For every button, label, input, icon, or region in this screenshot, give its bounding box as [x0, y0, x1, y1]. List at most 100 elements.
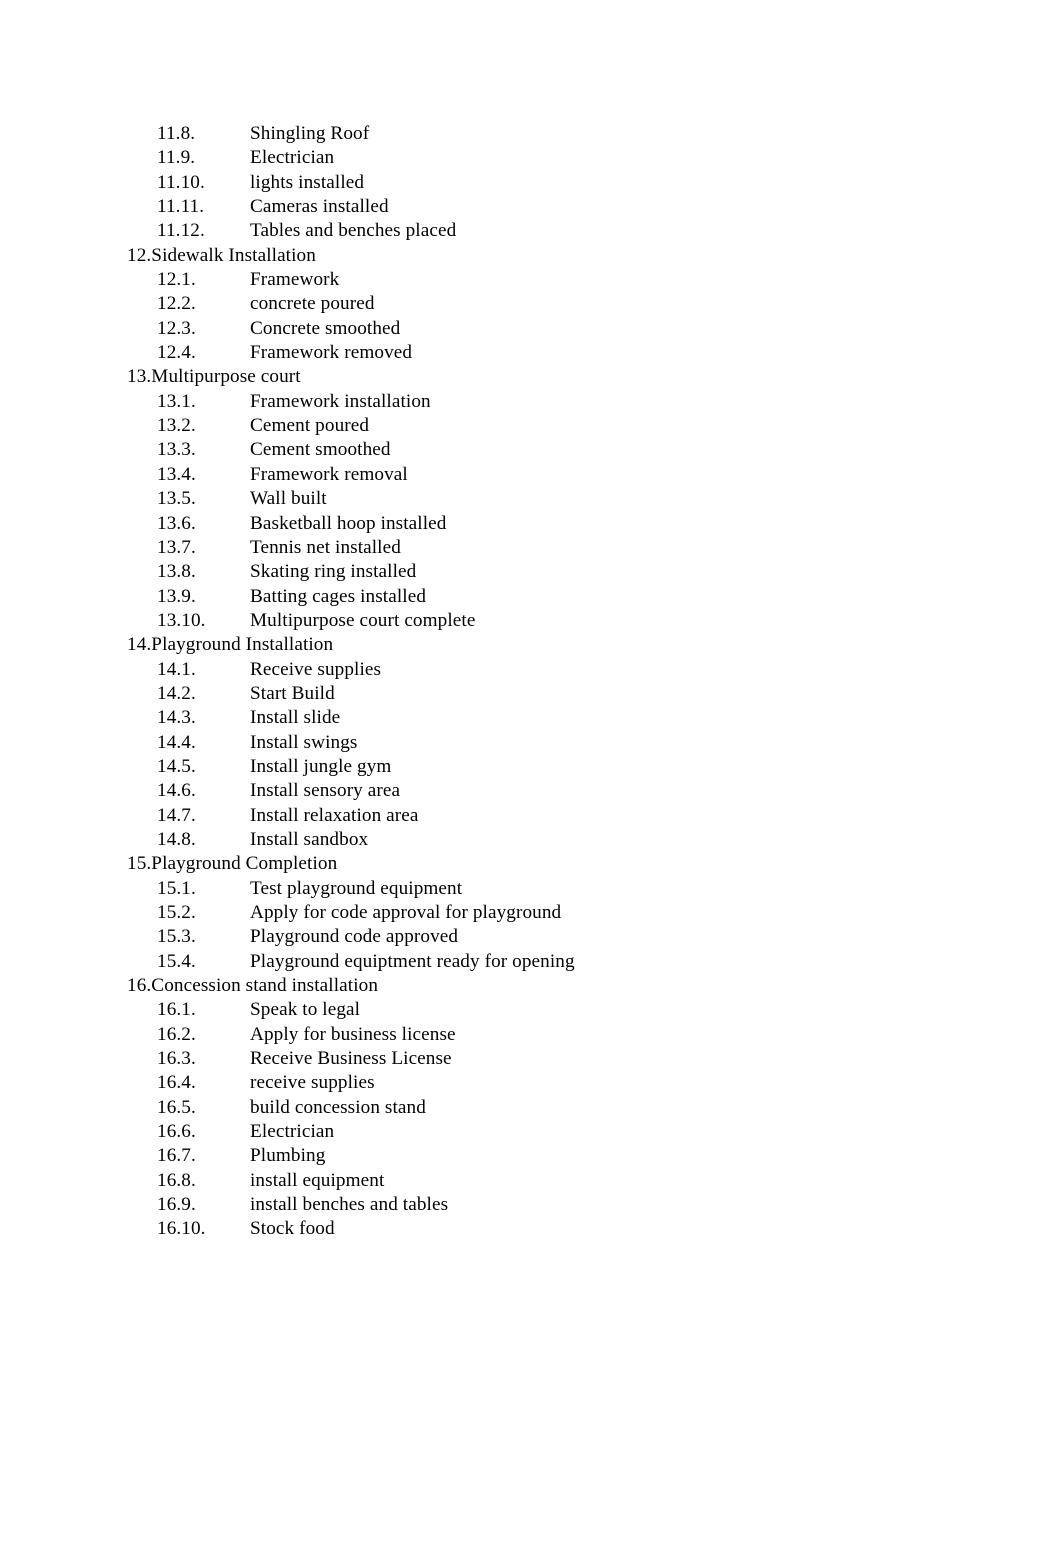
section-title: Sidewalk Installation	[151, 244, 316, 266]
outline-item-label: Multipurpose court complete	[250, 609, 476, 631]
outline-item: 16.3. Receive Business License	[0, 1047, 1062, 1071]
outline-item: 13.10. Multipurpose court complete	[0, 609, 1062, 633]
outline-item-number: 13.9.	[157, 585, 196, 607]
outline-item: 16.1. Speak to legal	[0, 998, 1062, 1022]
outline-item-number: 13.5.	[157, 488, 196, 510]
outline-item-number: 15.2.	[157, 902, 196, 923]
outline-item: 14.2. Start Build	[0, 682, 1062, 706]
outline-item-label: Install sensory area	[250, 780, 401, 802]
outline-item: 13.3. Cement smoothed	[0, 438, 1062, 462]
outline-item-number: 16.3.	[157, 1048, 196, 1070]
outline-item: 13.8. Skating ring installed	[0, 560, 1062, 584]
section-title: Playground Installation	[151, 634, 334, 656]
outline-item: 13.1. Framework installation	[0, 390, 1062, 414]
outline-item-number: 16.1.	[157, 999, 196, 1021]
outline-item: 12.2. concrete poured	[0, 292, 1062, 316]
outline-item-number: 13.7.	[157, 536, 196, 558]
outline-item: 12.4. Framework removed	[0, 341, 1062, 365]
outline-item-label: Install jungle gym	[250, 755, 392, 777]
outline-item-number: 15.4.	[157, 950, 196, 972]
outline-item-number: 12.2.	[157, 293, 196, 315]
outline-item-number: 13.10.	[157, 609, 206, 631]
outline-item-label: Wall built	[250, 488, 327, 510]
section-number: 13.	[127, 366, 152, 388]
outline-item-label: Batting cages installed	[250, 585, 427, 607]
outline-item-number: 14.2.	[157, 682, 196, 704]
outline-item-label: Skating ring installed	[250, 561, 417, 583]
outline-item-label: Playground equiptment ready for opening	[250, 950, 575, 972]
outline-item-label: Tennis net installed	[250, 536, 401, 558]
outline-item-number: 13.3.	[157, 439, 196, 461]
outline-item: 14.8. Install sandbox	[0, 828, 1062, 852]
outline-list: 11.8. Shingling Roof 11.9. Electrician 11.10…	[0, 122, 1062, 1242]
outline-item-label: Framework removed	[250, 342, 413, 364]
outline-item-label: Receive supplies	[250, 658, 382, 680]
outline-item: 15.2. Apply for code approval for playgro…	[0, 901, 1062, 925]
outline-item: 16.5. build concession stand	[0, 1096, 1062, 1120]
outline-item-number: 12.4.	[157, 342, 196, 364]
outline-item-label: Tables and benches placed	[250, 220, 457, 242]
outline-item-label: Cement smoothed	[250, 439, 391, 461]
outline-item-label: Install slide	[250, 707, 341, 729]
outline-item-label: Cameras installed	[250, 196, 389, 218]
outline-item-number: 13.8.	[157, 561, 196, 583]
outline-item-label: concrete poured	[250, 293, 375, 315]
outline-item: 14.6. Install sensory area	[0, 779, 1062, 803]
outline-item-label: Cement poured	[250, 415, 370, 437]
outline-item-number: 16.2.	[157, 1023, 196, 1045]
outline-item-label: install equipment	[250, 1169, 385, 1191]
outline-item-label: Electrician	[250, 1121, 335, 1143]
outline-item-label: Speak to legal	[250, 999, 361, 1021]
outline-item-label: Concrete smoothed	[250, 317, 401, 339]
outline-item: 16.4. receive supplies	[0, 1071, 1062, 1095]
outline-item-label: Framework	[250, 269, 340, 291]
section-number: 15.	[127, 853, 152, 875]
outline-item-label: Electrician	[250, 147, 335, 169]
outline-item-label: Shingling Roof	[250, 123, 370, 144]
section-title: Concession stand installation	[151, 975, 379, 997]
outline-item-number: 13.1.	[157, 390, 196, 412]
outline-item-number: 16.5.	[157, 1096, 196, 1118]
outline-item: 13.5. Wall built	[0, 487, 1062, 511]
outline-item-number: 14.1.	[157, 658, 196, 680]
section-number: 16.	[127, 975, 152, 997]
outline-item: 13.7. Tennis net installed	[0, 536, 1062, 560]
outline-item-number: 14.8.	[157, 828, 196, 850]
outline-item-label: Install sandbox	[250, 828, 369, 850]
outline-section-heading: 12.Sidewalk Installation	[0, 244, 1062, 268]
outline-item-number: 16.7.	[157, 1145, 196, 1167]
outline-item: 14.5. Install jungle gym	[0, 755, 1062, 779]
outline-item-number: 14.4.	[157, 731, 196, 753]
outline-item-label: build concession stand	[250, 1096, 426, 1118]
outline-item-label: Apply for code approval for playground	[250, 902, 562, 923]
outline-item-number: 11.11.	[157, 196, 205, 218]
outline-item: 13.4. Framework removal	[0, 463, 1062, 487]
outline-item-number: 13.2.	[157, 415, 196, 437]
outline-item-number: 15.3.	[157, 926, 196, 948]
outline-item: 13.9. Batting cages installed	[0, 585, 1062, 609]
outline-item-number: 14.3.	[157, 707, 196, 729]
outline-item: 14.4. Install swings	[0, 731, 1062, 755]
section-number: 12.	[127, 244, 152, 266]
outline-item-number: 16.9.	[157, 1194, 196, 1216]
outline-item: 11.10. lights installed	[0, 171, 1062, 195]
document-page: 11.8. Shingling Roof 11.9. Electrician 11.10…	[0, 0, 1062, 1561]
outline-item-label: Stock food	[250, 1218, 335, 1240]
outline-item: 16.7. Plumbing	[0, 1144, 1062, 1168]
outline-item: 16.9. install benches and tables	[0, 1193, 1062, 1217]
outline-item: 15.3. Playground code approved	[0, 925, 1062, 949]
outline-item-label: Install swings	[250, 731, 358, 753]
outline-item: 16.6. Electrician	[0, 1120, 1062, 1144]
section-title: Playground Completion	[151, 853, 338, 875]
outline-item-label: lights installed	[250, 171, 365, 193]
outline-item-number: 11.12.	[157, 220, 205, 242]
outline-item: 16.2. Apply for business license	[0, 1023, 1062, 1047]
outline-item-label: Test playground equipment	[250, 877, 463, 899]
outline-item-label: Framework removal	[250, 463, 408, 485]
outline-section-heading: 13.Multipurpose court	[0, 365, 1062, 389]
outline-item-number: 16.10.	[157, 1218, 206, 1240]
outline-item: 14.7. Install relaxation area	[0, 804, 1062, 828]
outline-item-number: 14.6.	[157, 780, 196, 802]
outline-item-number: 11.8.	[157, 123, 196, 144]
outline-item: 11.12. Tables and benches placed	[0, 219, 1062, 243]
